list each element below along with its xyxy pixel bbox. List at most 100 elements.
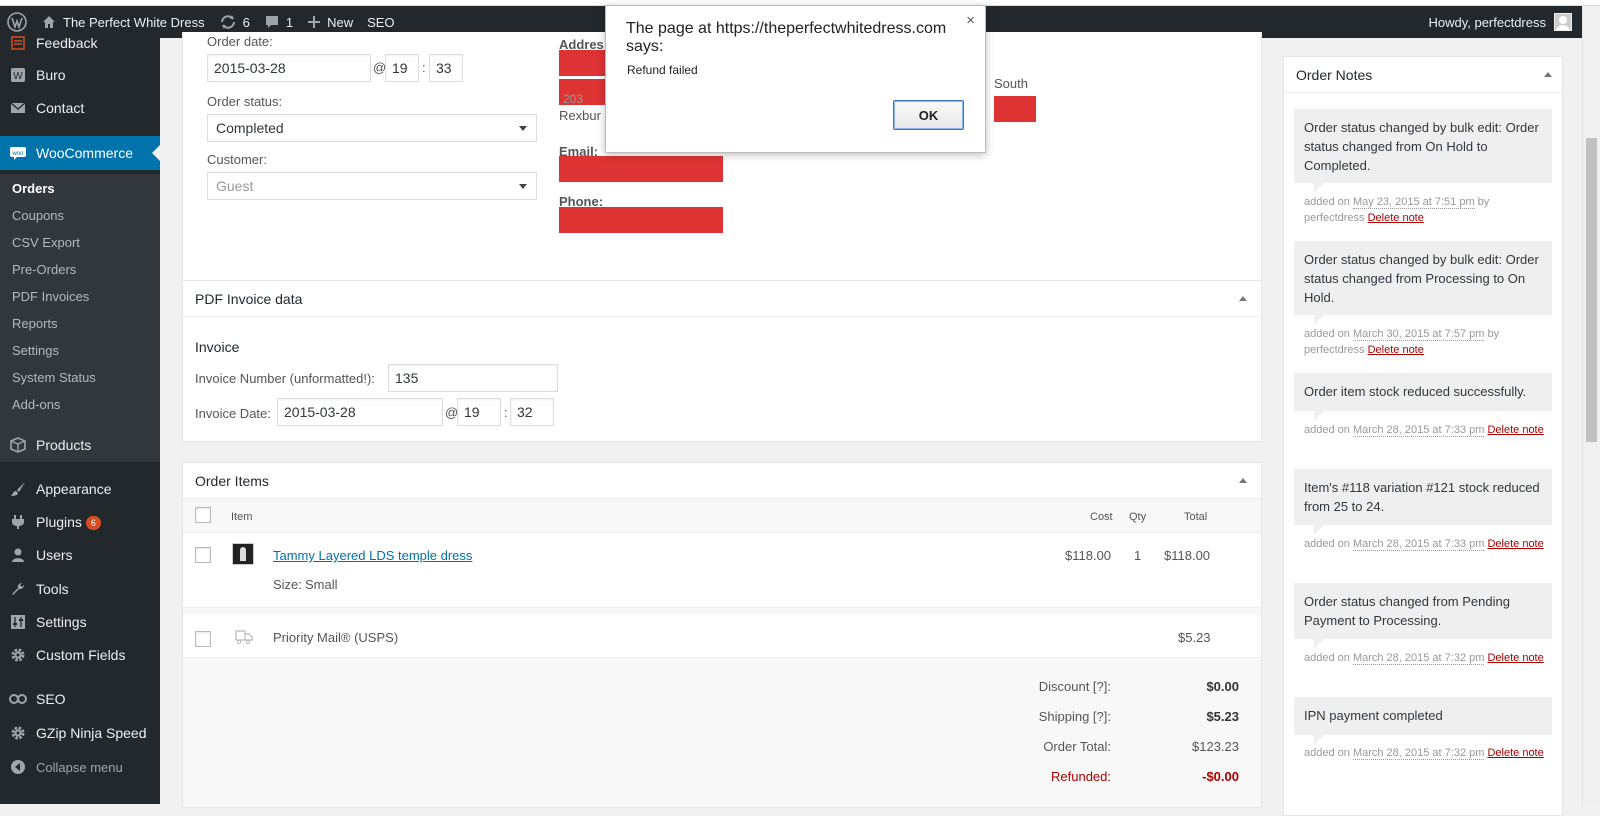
phone-redaction	[559, 207, 723, 233]
note-date: March 28, 2015 at 7:33 pm	[1352, 538, 1485, 551]
note-meta: added on May 23, 2015 at 7:51 pm by perf…	[1304, 194, 1544, 226]
updates-icon	[220, 15, 235, 29]
plus-icon	[308, 16, 321, 28]
order-note: IPN payment completed	[1294, 697, 1552, 745]
sidebar-label: GZip Ninja Speed	[36, 725, 147, 741]
submenu-reports[interactable]: Reports	[12, 316, 58, 331]
invoice-heading: Invoice	[195, 339, 240, 355]
toggle-arrow-icon[interactable]	[1239, 296, 1247, 301]
pdf-invoice-header[interactable]: PDF Invoice data	[183, 281, 1261, 317]
sidebar-item-feedback[interactable]: Feedback	[0, 26, 160, 60]
sidebar-item-tools[interactable]: Tools	[0, 572, 160, 606]
page-scrollbar[interactable]	[1582, 6, 1600, 804]
customer-select[interactable]: Guest	[207, 172, 537, 200]
select-all-checkbox[interactable]	[195, 507, 211, 523]
howdy-text: Howdy, perfectdress	[1428, 14, 1546, 30]
row-separator	[183, 607, 1261, 615]
box-title: PDF Invoice data	[195, 290, 303, 307]
submenu-system-status[interactable]: System Status	[12, 370, 96, 385]
submenu-csv-export[interactable]: CSV Export	[12, 235, 80, 250]
order-hour-input[interactable]: 19	[385, 54, 419, 82]
sidebar-label: WooCommerce	[36, 145, 133, 161]
sidebar-item-appearance[interactable]: Appearance	[0, 472, 160, 506]
invoice-number-input[interactable]: 135	[388, 364, 558, 392]
sidebar-item-users[interactable]: Users	[0, 538, 160, 572]
order-items-header[interactable]: Order Items	[183, 463, 1261, 499]
order-items-box: Order Items Item Cost Qty Total Tammy La…	[182, 462, 1262, 808]
delete-note-link[interactable]: Delete note	[1487, 424, 1543, 436]
note-added-prefix: added on	[1304, 424, 1353, 436]
address-city-fragment: Rexbur	[559, 108, 601, 123]
dialog-title: The page at https://theperfectwhitedress…	[626, 20, 947, 55]
invoice-hour-input[interactable]: 19	[457, 398, 501, 426]
close-icon[interactable]: ×	[966, 12, 975, 29]
scrollbar-thumb[interactable]	[1586, 138, 1597, 442]
box-title: Order Items	[195, 472, 269, 489]
toggle-arrow-icon[interactable]	[1239, 478, 1247, 483]
submenu-coupons[interactable]: Coupons	[12, 208, 64, 223]
paintbrush-icon	[9, 480, 27, 498]
truck-icon	[235, 629, 253, 648]
sidebar-item-plugins[interactable]: Plugins 6	[0, 505, 160, 539]
toggle-arrow-icon[interactable]	[1544, 72, 1552, 77]
products-icon	[9, 436, 27, 454]
order-notes-header[interactable]: Order Notes	[1284, 57, 1562, 93]
note-added-prefix: added on	[1304, 196, 1353, 208]
submenu-pre-orders[interactable]: Pre-Orders	[12, 262, 76, 277]
sidebar-item-woocommerce[interactable]: woo WooCommerce	[0, 136, 160, 170]
shipping-checkbox[interactable]	[195, 631, 211, 647]
note-meta: added on March 28, 2015 at 7:33 pm Delet…	[1304, 536, 1544, 552]
delete-note-link[interactable]: Delete note	[1487, 747, 1543, 759]
sidebar-label: SEO	[36, 691, 66, 707]
submenu-add-ons[interactable]: Add-ons	[12, 397, 60, 412]
feedback-icon	[9, 34, 27, 52]
item-checkbox[interactable]	[195, 547, 211, 563]
sidebar-item-settings[interactable]: Settings	[0, 605, 160, 639]
avatar	[1554, 13, 1572, 31]
submenu-orders[interactable]: Orders	[12, 181, 55, 196]
pdf-invoice-box: PDF Invoice data Invoice Invoice Number …	[182, 280, 1262, 442]
submenu-pdf-invoices[interactable]: PDF Invoices	[12, 289, 89, 304]
invoice-number-label: Invoice Number (unformatted!):	[195, 371, 375, 386]
discount-value: $0.00	[1206, 679, 1239, 694]
order-minute-input[interactable]: 33	[429, 54, 463, 82]
order-date-label: Order date:	[207, 34, 273, 49]
product-thumbnail[interactable]	[232, 543, 254, 565]
plugins-update-badge: 6	[85, 516, 101, 531]
size-value: Small	[305, 577, 338, 592]
delete-note-link[interactable]: Delete note	[1487, 652, 1543, 664]
item-total: $118.00	[1164, 548, 1211, 563]
comments-count: 1	[285, 14, 294, 30]
delete-note-link[interactable]: Delete note	[1487, 538, 1543, 550]
dialog-message: Refund failed	[627, 63, 698, 77]
item-qty: 1	[1134, 548, 1142, 563]
sidebar-item-buro[interactable]: W Buro	[0, 58, 160, 92]
order-date-input[interactable]: 2015-03-28	[207, 54, 371, 82]
sidebar-item-custom-fields[interactable]: Custom Fields	[0, 638, 160, 672]
product-link[interactable]: Tammy Layered LDS temple dress	[273, 548, 472, 563]
sidebar-item-contact[interactable]: Contact	[0, 91, 160, 125]
collapse-menu-button[interactable]: Collapse menu	[0, 750, 160, 784]
col-total: Total	[1184, 511, 1208, 523]
submenu-settings[interactable]: Settings	[12, 343, 59, 358]
invoice-minute-input[interactable]: 32	[510, 398, 554, 426]
col-qty: Qty	[1129, 511, 1147, 523]
item-cost: $118.00	[1065, 548, 1112, 563]
order-status-select[interactable]: Completed	[207, 114, 537, 142]
shipping-method-name: Priority Mail® (USPS)	[273, 630, 399, 645]
size-label: Size:	[273, 577, 302, 592]
invoice-date-input[interactable]: 2015-03-28	[277, 398, 443, 426]
sidebar-item-products[interactable]: Products	[0, 428, 160, 462]
refunded-label: Refunded:	[1051, 769, 1111, 784]
account-menu[interactable]: Howdy, perfectdress	[1428, 13, 1582, 31]
delete-note-link[interactable]: Delete note	[1368, 344, 1424, 356]
gear-icon	[9, 724, 27, 742]
delete-note-link[interactable]: Delete note	[1368, 212, 1424, 224]
user-icon	[9, 546, 27, 564]
note-added-prefix: added on	[1304, 328, 1353, 340]
sidebar-label: Products	[36, 437, 92, 453]
sidebar-item-gzip-ninja-speed[interactable]: GZip Ninja Speed	[0, 716, 160, 750]
ok-button[interactable]: OK	[893, 100, 964, 130]
seo-icon	[9, 690, 27, 708]
sidebar-item-seo[interactable]: SEO	[0, 682, 160, 716]
